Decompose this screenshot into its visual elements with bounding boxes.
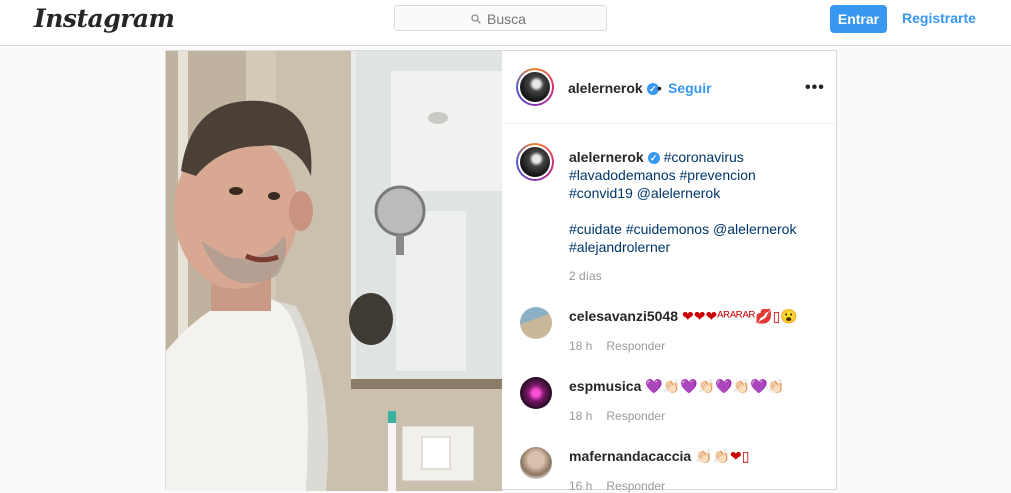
caption-line-4[interactable]: #cuidate #cuidemonos @alelernerok: [569, 220, 824, 238]
comment-row: celesavanzi5048 ❤❤❤ᴬᴿᴬᴿᴬᴿ💋▯😮: [569, 308, 798, 325]
header-separator: •: [657, 80, 662, 96]
reply-button[interactable]: Responder: [606, 409, 665, 423]
comment-time: 18 h: [569, 339, 593, 353]
comment-meta: 18 h Responder: [569, 339, 665, 353]
video-frame-illustration: [166, 51, 502, 491]
comment-text: 💜👏🏻💜👏🏻💜👏🏻💜👏🏻: [645, 378, 785, 394]
comment-avatar[interactable]: [520, 447, 552, 479]
post-details-panel: alelernerok ✓ • Seguir ••• alelernerok ✓ #…: [502, 51, 836, 493]
comment-username[interactable]: espmusica: [569, 378, 641, 394]
login-button[interactable]: Entrar: [830, 5, 887, 33]
comment-meta: 18 h Responder: [569, 409, 665, 423]
search-box[interactable]: [394, 5, 607, 31]
reply-button[interactable]: Responder: [606, 479, 665, 493]
post-header: alelernerok ✓ • Seguir •••: [502, 51, 836, 124]
author-avatar[interactable]: [516, 68, 554, 106]
post-caption: alelernerok ✓ #coronavirus #lavadodemanos…: [569, 148, 824, 256]
comment-text: ❤❤❤ᴬᴿᴬᴿᴬᴿ💋▯😮: [681, 308, 798, 324]
register-link[interactable]: Registrarte: [902, 10, 976, 26]
comment-time: 16 h: [569, 479, 593, 493]
caption-line-5[interactable]: #alejandrolerner: [569, 238, 824, 256]
comment-avatar[interactable]: [520, 377, 552, 409]
comment-row: espmusica 💜👏🏻💜👏🏻💜👏🏻💜👏🏻: [569, 378, 785, 395]
comment-avatar[interactable]: [520, 307, 552, 339]
post-card: alelernerok ✓ • Seguir ••• alelernerok ✓ #…: [165, 50, 837, 493]
caption-avatar[interactable]: [516, 143, 554, 181]
instagram-logo[interactable]: Instagram: [34, 4, 175, 33]
caption-line-3[interactable]: #convid19 @alelernerok: [569, 184, 824, 202]
post-age: 2 días: [569, 269, 602, 283]
search-icon: [471, 14, 481, 24]
comment-row: mafernandacaccia 👏🏻👏🏻❤▯: [569, 448, 750, 465]
comment-text: 👏🏻👏🏻❤▯: [695, 448, 750, 464]
caption-username[interactable]: alelernerok: [569, 149, 644, 165]
author-username[interactable]: alelernerok: [568, 80, 643, 96]
verified-badge-icon: ✓: [647, 152, 660, 164]
top-navigation-bar: Instagram Entrar Registrarte: [0, 0, 1011, 46]
follow-button[interactable]: Seguir: [668, 80, 712, 96]
caption-line-2[interactable]: #lavadodemanos #prevencion: [569, 166, 824, 184]
reply-button[interactable]: Responder: [606, 339, 665, 353]
comment-username[interactable]: mafernandacaccia: [569, 448, 691, 464]
caption-line-1[interactable]: #coronavirus: [664, 149, 744, 165]
search-input[interactable]: [487, 11, 587, 27]
more-options-icon[interactable]: •••: [805, 79, 825, 97]
post-video[interactable]: [166, 51, 502, 491]
comment-time: 18 h: [569, 409, 593, 423]
comment-username[interactable]: celesavanzi5048: [569, 308, 678, 324]
comment-meta: 16 h Responder: [569, 479, 665, 493]
